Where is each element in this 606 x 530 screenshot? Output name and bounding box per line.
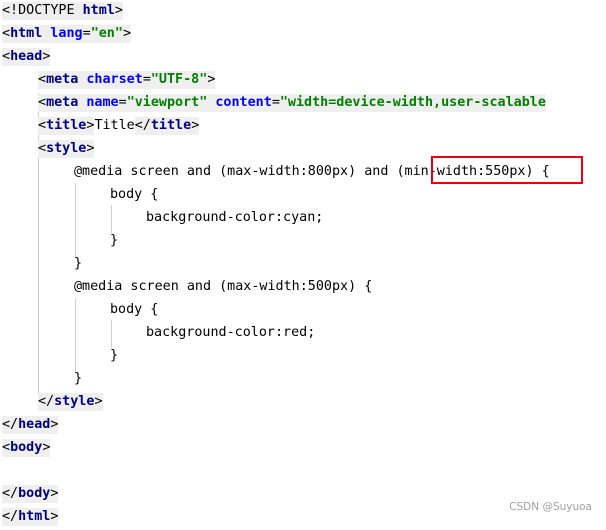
code-token: title	[150, 117, 192, 135]
code-line: @media screen and (max-width:500px) {	[74, 277, 372, 300]
code-token: =	[142, 71, 151, 89]
code-token: name	[86, 94, 119, 112]
indent-guide	[111, 320, 112, 348]
code-token: meta	[46, 71, 79, 89]
code-line: <meta charset="UTF-8">	[38, 70, 216, 93]
code-token: >	[42, 48, 51, 66]
code-token: background-color:red;	[146, 325, 316, 340]
code-line: }	[74, 254, 82, 277]
code-token: <	[2, 48, 11, 66]
code-token: =	[271, 94, 280, 112]
code-token: background-color:cyan;	[146, 210, 324, 225]
code-line: <style>	[38, 139, 95, 162]
code-token: "width=device-width,user-scalable	[279, 94, 546, 112]
code-line: <head>	[2, 47, 51, 70]
code-token: @media screen and (max-width:500px) {	[74, 279, 373, 294]
code-token: >	[50, 416, 59, 434]
code-token: >	[86, 140, 95, 158]
code-token: </	[2, 485, 19, 503]
code-line: <html lang="en">	[2, 24, 131, 47]
code-token: <	[2, 25, 11, 43]
code-line: </head>	[2, 415, 59, 438]
code-token: title	[46, 117, 87, 135]
code-line: }	[110, 231, 118, 254]
code-token: "viewport"	[126, 94, 208, 112]
code-line: <meta name="viewport" content="width=dev…	[38, 93, 546, 116]
code-line: </body>	[2, 484, 59, 507]
code-line: background-color:cyan;	[146, 208, 323, 231]
code-token: html	[10, 25, 43, 43]
indent-guide	[75, 183, 76, 258]
indent-guide	[75, 298, 76, 373]
code-line: body {	[110, 185, 158, 208]
code-token: </	[38, 393, 55, 411]
code-token: <!DOCTYPE	[2, 2, 83, 20]
code-token: >	[50, 508, 59, 526]
code-token: head	[10, 48, 43, 66]
code-token: style	[54, 393, 95, 411]
code-token: body {	[110, 302, 159, 317]
code-token: </	[134, 117, 151, 135]
code-editor: <!DOCTYPE html> <html lang="en"> <head> <me…	[0, 0, 606, 527]
code-token: >	[114, 2, 123, 20]
code-token: meta	[46, 94, 79, 112]
code-line: </style>	[38, 392, 103, 415]
code-token: </	[2, 508, 19, 526]
code-token: >	[50, 485, 59, 503]
indent-guide	[111, 205, 112, 233]
code-token: >	[207, 71, 216, 89]
code-line: <title>Title</title>	[38, 116, 200, 139]
code-token: <	[38, 71, 47, 89]
code-token: content	[215, 94, 272, 112]
code-token: body	[18, 485, 51, 503]
code-token: html	[82, 2, 115, 20]
code-token: }	[74, 256, 83, 271]
code-token: }	[110, 348, 119, 363]
code-token: }	[74, 371, 83, 386]
code-token: <	[38, 140, 47, 158]
code-token: >	[94, 393, 103, 411]
code-token: "UTF-8"	[150, 71, 208, 89]
code-token: body	[10, 439, 43, 457]
code-token: lang	[50, 25, 83, 43]
code-line: <body>	[2, 438, 51, 461]
code-line: background-color:red;	[146, 323, 315, 346]
code-line: }	[74, 369, 82, 392]
watermark: CSDN @Suyuoa	[509, 501, 592, 513]
code-token: >	[42, 439, 51, 457]
highlight-box	[431, 156, 583, 184]
code-token: "en"	[90, 25, 123, 43]
code-token: }	[110, 233, 119, 248]
code-token: </	[2, 416, 19, 434]
code-token: charset	[86, 71, 143, 89]
code-token: <	[38, 94, 47, 112]
code-token: >	[122, 25, 131, 43]
code-token: head	[18, 416, 51, 434]
code-token: <	[38, 117, 47, 135]
code-token: <	[2, 439, 11, 457]
code-token: >	[191, 117, 200, 135]
code-line: <!DOCTYPE html>	[2, 1, 123, 24]
code-token: body {	[110, 187, 159, 202]
code-line: body {	[110, 300, 158, 323]
code-token: =	[82, 25, 91, 43]
code-token: style	[46, 140, 87, 158]
code-line: }	[110, 346, 118, 369]
code-token: html	[18, 508, 51, 526]
code-token: Title	[94, 118, 135, 133]
code-token: =	[118, 94, 127, 112]
